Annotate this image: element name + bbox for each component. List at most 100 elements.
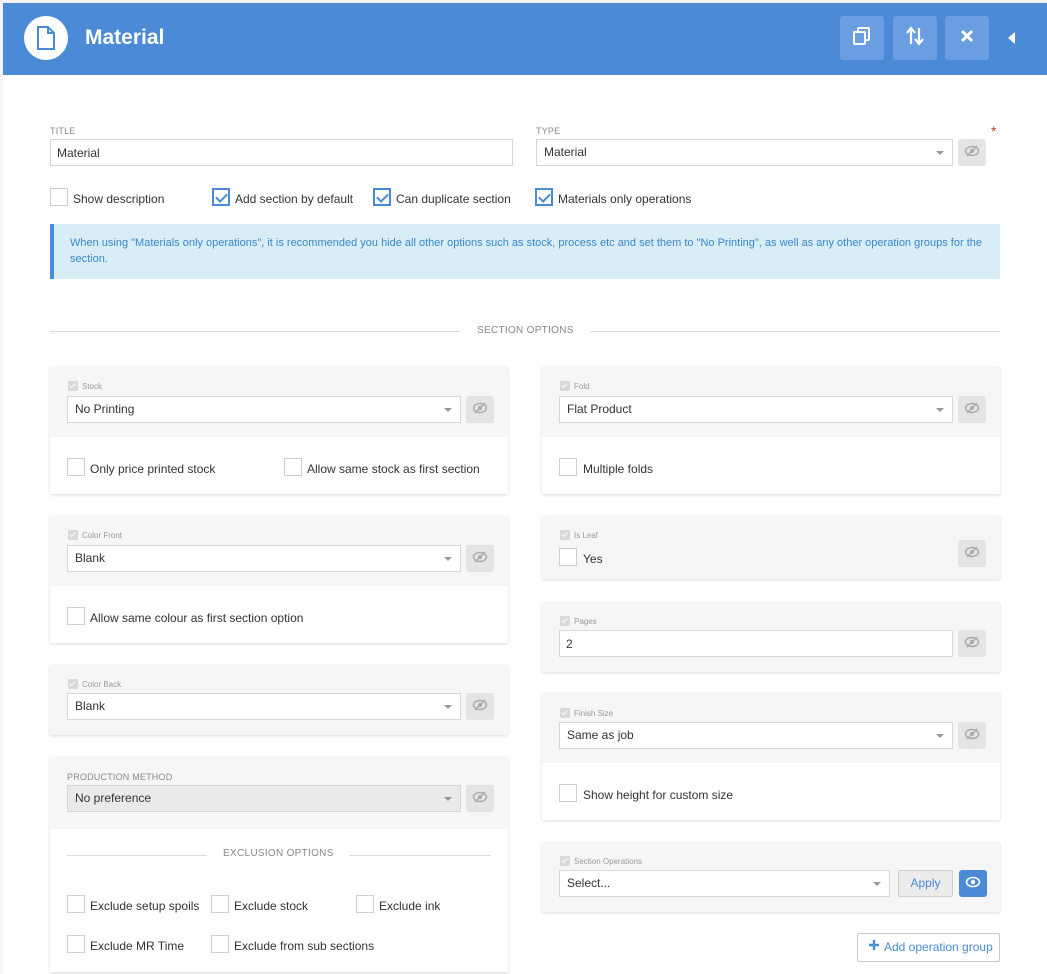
close-icon [960, 29, 974, 48]
color-back-visibility-toggle[interactable] [466, 693, 494, 720]
show-height-custom-size-label: Show height for custom size [583, 788, 734, 802]
section-operations-select[interactable]: Select... [559, 870, 890, 897]
is-leaf-visibility-toggle[interactable] [958, 540, 986, 567]
fold-select[interactable]: Flat Product [559, 396, 953, 423]
color-front-enabled-checkbox[interactable] [68, 530, 78, 540]
color-back-select-value: Blank [75, 699, 106, 713]
is-leaf-yes-checkbox[interactable] [559, 548, 577, 566]
panel-header: Material [3, 3, 1047, 75]
section-operations-enabled-checkbox[interactable] [560, 856, 570, 866]
document-icon [24, 16, 68, 60]
stock-visibility-toggle[interactable] [466, 396, 494, 423]
allow-same-stock-checkbox[interactable] [284, 458, 302, 476]
type-visibility-toggle[interactable] [958, 139, 986, 166]
multiple-folds-label: Multiple folds [583, 462, 654, 476]
allow-same-colour-checkbox[interactable] [67, 607, 85, 625]
page-title: Material [85, 26, 165, 49]
eye-slash-icon [964, 635, 980, 653]
is-leaf-card [542, 516, 1000, 579]
finish-size-select[interactable]: Same as job [559, 722, 953, 749]
chevron-down-icon [444, 705, 452, 709]
color-back-select[interactable]: Blank [67, 693, 461, 720]
section-operations-select-value: Select... [567, 876, 611, 890]
production-method-visibility-toggle[interactable] [466, 785, 494, 812]
apply-button[interactable]: Apply [898, 870, 953, 897]
can-duplicate-checkbox[interactable] [373, 188, 391, 206]
stock-enabled-checkbox[interactable] [68, 381, 78, 391]
add-operation-group-button[interactable]: Add operation group [857, 933, 1000, 962]
color-back-enabled-checkbox[interactable] [68, 679, 78, 689]
color-back-label: Color Back [82, 680, 122, 689]
add-section-default-checkbox[interactable] [212, 188, 230, 206]
finish-size-visibility-toggle[interactable] [958, 722, 986, 749]
production-method-select[interactable]: No preference [67, 785, 461, 812]
exclude-setup-spoils-label: Exclude setup spoils [90, 899, 200, 913]
pages-label: Pages [574, 617, 597, 626]
show-height-custom-size-checkbox[interactable] [559, 784, 577, 802]
finish-size-enabled-checkbox[interactable] [560, 708, 570, 718]
divider [590, 331, 1000, 332]
only-price-printed-stock-label: Only price printed stock [90, 462, 216, 476]
add-section-default-label: Add section by default [235, 192, 354, 206]
exclude-stock-checkbox[interactable] [211, 895, 229, 913]
chevron-down-icon [936, 734, 944, 738]
pages-visibility-toggle[interactable] [958, 630, 986, 657]
exclude-stock-label: Exclude stock [234, 899, 309, 913]
close-button[interactable] [945, 16, 989, 60]
eye-icon [965, 875, 981, 893]
can-duplicate-label: Can duplicate section [396, 192, 511, 206]
exclude-mr-time-checkbox[interactable] [67, 935, 85, 953]
stock-select-value: No Printing [75, 402, 135, 416]
title-input[interactable] [50, 139, 513, 166]
fold-visibility-toggle[interactable] [958, 396, 986, 423]
show-description-label: Show description [73, 192, 165, 206]
color-front-select[interactable]: Blank [67, 545, 461, 572]
divider [50, 331, 460, 332]
eye-slash-icon [472, 790, 488, 808]
only-price-printed-stock-checkbox[interactable] [67, 458, 85, 476]
divider [67, 855, 207, 856]
pages-enabled-checkbox[interactable] [560, 616, 570, 626]
title-label: TITLE [50, 126, 76, 136]
exclude-sub-sections-label: Exclude from sub sections [234, 939, 375, 953]
plus-icon [868, 934, 880, 961]
sort-icon [906, 25, 924, 51]
multiple-folds-checkbox[interactable] [559, 458, 577, 476]
allow-same-stock-label: Allow same stock as first section [307, 462, 480, 476]
production-method-select-value: No preference [75, 791, 152, 805]
eye-slash-icon [964, 545, 980, 563]
type-select-value: Material [544, 145, 587, 159]
finish-size-label: Finish Size [574, 709, 614, 718]
exclude-ink-checkbox[interactable] [356, 895, 374, 913]
eye-slash-icon [472, 550, 488, 568]
fold-enabled-checkbox[interactable] [560, 381, 570, 391]
chevron-down-icon [444, 797, 452, 801]
duplicate-icon [852, 26, 872, 51]
collapse-icon[interactable] [1008, 32, 1015, 44]
section-operations-visibility-toggle[interactable] [959, 870, 987, 897]
eye-slash-icon [472, 698, 488, 716]
duplicate-button[interactable] [840, 16, 884, 60]
stock-select[interactable]: No Printing [67, 396, 461, 423]
type-select[interactable]: Material [536, 139, 953, 166]
color-front-visibility-toggle[interactable] [466, 545, 494, 572]
exclude-sub-sections-checkbox[interactable] [211, 935, 229, 953]
section-options-heading: SECTION OPTIONS [477, 325, 574, 336]
exclude-mr-time-label: Exclude MR Time [90, 939, 185, 953]
sort-button[interactable] [893, 16, 937, 60]
finish-size-select-value: Same as job [567, 728, 634, 742]
is-leaf-label: Is Leaf [574, 531, 599, 540]
stock-label: Stock [82, 382, 103, 391]
is-leaf-enabled-checkbox[interactable] [560, 530, 570, 540]
add-operation-group-label: Add operation group [884, 940, 993, 954]
section-operations-label: Section Operations [574, 857, 643, 866]
fold-label: Fold [574, 382, 590, 391]
pages-input[interactable] [559, 630, 953, 657]
exclude-setup-spoils-checkbox[interactable] [67, 895, 85, 913]
materials-only-label: Materials only operations [558, 192, 692, 206]
info-alert: When using "Materials only operations", … [50, 224, 1000, 279]
show-description-checkbox[interactable] [50, 188, 68, 206]
materials-only-checkbox[interactable] [535, 188, 553, 206]
eye-slash-icon [964, 144, 980, 162]
exclude-ink-label: Exclude ink [379, 899, 441, 913]
